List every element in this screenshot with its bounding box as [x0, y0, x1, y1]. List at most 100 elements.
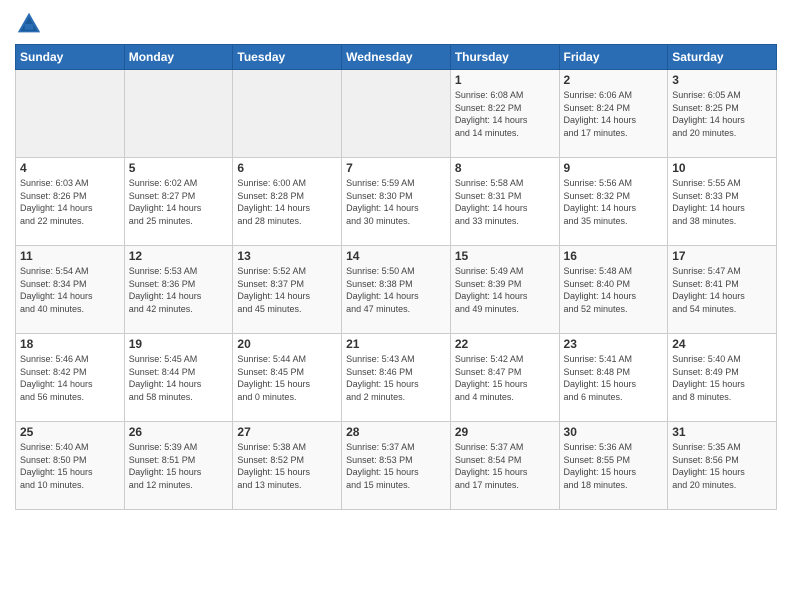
calendar-cell: 26 Sunrise: 5:39 AM Sunset: 8:51 PM Dayli…	[124, 422, 233, 510]
day-info: Sunrise: 5:45 AM Sunset: 8:44 PM Dayligh…	[129, 353, 229, 403]
calendar-cell: 25 Sunrise: 5:40 AM Sunset: 8:50 PM Dayli…	[16, 422, 125, 510]
week-row-1: 1Sunrise: 6:08 AM Sunset: 8:22 PM Daylig…	[16, 70, 777, 158]
day-number: 18	[20, 337, 120, 351]
calendar-cell	[342, 70, 451, 158]
day-number: 3	[672, 73, 772, 87]
calendar-cell: 30 Sunrise: 5:36 AM Sunset: 8:55 PM Dayli…	[559, 422, 668, 510]
calendar-cell: 18 Sunrise: 5:46 AM Sunset: 8:42 PM Dayli…	[16, 334, 125, 422]
day-number: 22	[455, 337, 555, 351]
day-number: 12	[129, 249, 229, 263]
day-info: Sunrise: 5:52 AM Sunset: 8:37 PM Dayligh…	[237, 265, 337, 315]
day-info: Sunrise: 6:06 AM Sunset: 8:24 PM Dayligh…	[564, 89, 664, 139]
day-number: 30	[564, 425, 664, 439]
calendar-cell: 15 Sunrise: 5:49 AM Sunset: 8:39 PM Dayli…	[450, 246, 559, 334]
day-info: Sunrise: 5:42 AM Sunset: 8:47 PM Dayligh…	[455, 353, 555, 403]
calendar-cell: 19 Sunrise: 5:45 AM Sunset: 8:44 PM Dayli…	[124, 334, 233, 422]
day-number: 5	[129, 161, 229, 175]
calendar-cell: 31 Sunrise: 5:35 AM Sunset: 8:56 PM Dayli…	[668, 422, 777, 510]
day-number: 11	[20, 249, 120, 263]
week-row-2: 4 Sunrise: 6:03 AM Sunset: 8:26 PM Daylig…	[16, 158, 777, 246]
calendar-header: SundayMondayTuesdayWednesdayThursdayFrid…	[16, 45, 777, 70]
day-number: 27	[237, 425, 337, 439]
day-number: 1	[455, 73, 555, 87]
calendar-cell: 14 Sunrise: 5:50 AM Sunset: 8:38 PM Dayli…	[342, 246, 451, 334]
calendar-cell: 11Sunrise: 5:54 AM Sunset: 8:34 PM Dayli…	[16, 246, 125, 334]
day-info: Sunrise: 5:59 AM Sunset: 8:30 PM Dayligh…	[346, 177, 446, 227]
day-header-wednesday: Wednesday	[342, 45, 451, 70]
calendar-cell: 2 Sunrise: 6:06 AM Sunset: 8:24 PM Daylig…	[559, 70, 668, 158]
day-number: 17	[672, 249, 772, 263]
day-number: 9	[564, 161, 664, 175]
header	[15, 10, 777, 38]
day-number: 31	[672, 425, 772, 439]
day-info: Sunrise: 5:36 AM Sunset: 8:55 PM Dayligh…	[564, 441, 664, 491]
calendar-cell: 24Sunrise: 5:40 AM Sunset: 8:49 PM Dayli…	[668, 334, 777, 422]
day-info: Sunrise: 6:05 AM Sunset: 8:25 PM Dayligh…	[672, 89, 772, 139]
day-info: Sunrise: 5:37 AM Sunset: 8:54 PM Dayligh…	[455, 441, 555, 491]
day-number: 23	[564, 337, 664, 351]
day-info: Sunrise: 5:47 AM Sunset: 8:41 PM Dayligh…	[672, 265, 772, 315]
calendar-cell: 10 Sunrise: 5:55 AM Sunset: 8:33 PM Dayli…	[668, 158, 777, 246]
calendar-cell: 6 Sunrise: 6:00 AM Sunset: 8:28 PM Daylig…	[233, 158, 342, 246]
day-info: Sunrise: 5:39 AM Sunset: 8:51 PM Dayligh…	[129, 441, 229, 491]
day-info: Sunrise: 5:35 AM Sunset: 8:56 PM Dayligh…	[672, 441, 772, 491]
day-number: 26	[129, 425, 229, 439]
day-number: 6	[237, 161, 337, 175]
day-header-monday: Monday	[124, 45, 233, 70]
day-header-thursday: Thursday	[450, 45, 559, 70]
day-info: Sunrise: 5:50 AM Sunset: 8:38 PM Dayligh…	[346, 265, 446, 315]
calendar-cell: 16 Sunrise: 5:48 AM Sunset: 8:40 PM Dayli…	[559, 246, 668, 334]
week-row-4: 18 Sunrise: 5:46 AM Sunset: 8:42 PM Dayli…	[16, 334, 777, 422]
calendar-page: SundayMondayTuesdayWednesdayThursdayFrid…	[0, 0, 792, 612]
day-number: 25	[20, 425, 120, 439]
day-info: Sunrise: 5:55 AM Sunset: 8:33 PM Dayligh…	[672, 177, 772, 227]
logo	[15, 10, 47, 38]
calendar-cell: 20Sunrise: 5:44 AM Sunset: 8:45 PM Dayli…	[233, 334, 342, 422]
logo-icon	[15, 10, 43, 38]
day-header-sunday: Sunday	[16, 45, 125, 70]
day-number: 16	[564, 249, 664, 263]
day-number: 19	[129, 337, 229, 351]
day-info: Sunrise: 5:58 AM Sunset: 8:31 PM Dayligh…	[455, 177, 555, 227]
day-number: 13	[237, 249, 337, 263]
calendar-cell: 4 Sunrise: 6:03 AM Sunset: 8:26 PM Daylig…	[16, 158, 125, 246]
calendar-cell: 27 Sunrise: 5:38 AM Sunset: 8:52 PM Dayli…	[233, 422, 342, 510]
day-info: Sunrise: 5:48 AM Sunset: 8:40 PM Dayligh…	[564, 265, 664, 315]
day-info: Sunrise: 6:03 AM Sunset: 8:26 PM Dayligh…	[20, 177, 120, 227]
day-header-saturday: Saturday	[668, 45, 777, 70]
calendar-cell: 13 Sunrise: 5:52 AM Sunset: 8:37 PM Dayli…	[233, 246, 342, 334]
calendar-cell: 8 Sunrise: 5:58 AM Sunset: 8:31 PM Daylig…	[450, 158, 559, 246]
day-number: 10	[672, 161, 772, 175]
day-number: 15	[455, 249, 555, 263]
day-info: Sunrise: 5:46 AM Sunset: 8:42 PM Dayligh…	[20, 353, 120, 403]
calendar-cell: 29 Sunrise: 5:37 AM Sunset: 8:54 PM Dayli…	[450, 422, 559, 510]
day-number: 24	[672, 337, 772, 351]
day-number: 29	[455, 425, 555, 439]
day-header-tuesday: Tuesday	[233, 45, 342, 70]
day-number: 4	[20, 161, 120, 175]
calendar-cell	[16, 70, 125, 158]
calendar-cell	[233, 70, 342, 158]
day-number: 2	[564, 73, 664, 87]
day-header-row: SundayMondayTuesdayWednesdayThursdayFrid…	[16, 45, 777, 70]
calendar-cell: 3 Sunrise: 6:05 AM Sunset: 8:25 PM Daylig…	[668, 70, 777, 158]
calendar-cell: 1Sunrise: 6:08 AM Sunset: 8:22 PM Daylig…	[450, 70, 559, 158]
day-info: Sunrise: 5:37 AM Sunset: 8:53 PM Dayligh…	[346, 441, 446, 491]
calendar-cell: 28 Sunrise: 5:37 AM Sunset: 8:53 PM Dayli…	[342, 422, 451, 510]
day-info: Sunrise: 6:00 AM Sunset: 8:28 PM Dayligh…	[237, 177, 337, 227]
calendar-cell: 17 Sunrise: 5:47 AM Sunset: 8:41 PM Dayli…	[668, 246, 777, 334]
day-info: Sunrise: 5:56 AM Sunset: 8:32 PM Dayligh…	[564, 177, 664, 227]
week-row-5: 25 Sunrise: 5:40 AM Sunset: 8:50 PM Dayli…	[16, 422, 777, 510]
day-info: Sunrise: 5:49 AM Sunset: 8:39 PM Dayligh…	[455, 265, 555, 315]
day-info: Sunrise: 5:40 AM Sunset: 8:50 PM Dayligh…	[20, 441, 120, 491]
day-number: 20	[237, 337, 337, 351]
day-info: Sunrise: 5:38 AM Sunset: 8:52 PM Dayligh…	[237, 441, 337, 491]
calendar-cell: 7Sunrise: 5:59 AM Sunset: 8:30 PM Daylig…	[342, 158, 451, 246]
day-number: 14	[346, 249, 446, 263]
day-number: 28	[346, 425, 446, 439]
calendar-cell: 22 Sunrise: 5:42 AM Sunset: 8:47 PM Dayli…	[450, 334, 559, 422]
day-info: Sunrise: 5:43 AM Sunset: 8:46 PM Dayligh…	[346, 353, 446, 403]
day-number: 21	[346, 337, 446, 351]
calendar-cell: 21 Sunrise: 5:43 AM Sunset: 8:46 PM Dayli…	[342, 334, 451, 422]
day-number: 8	[455, 161, 555, 175]
